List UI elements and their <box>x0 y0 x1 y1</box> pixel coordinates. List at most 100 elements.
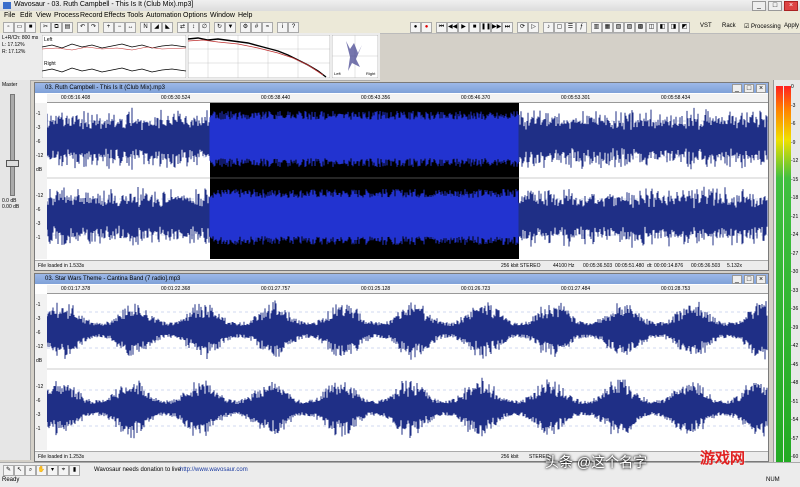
open-file-icon[interactable]: ▭ <box>14 22 25 33</box>
close-button[interactable]: × <box>784 1 798 11</box>
menu-help[interactable]: Help <box>238 12 252 19</box>
view-3-icon[interactable]: ▧ <box>613 22 624 33</box>
menu-view[interactable]: View <box>36 12 51 19</box>
view-8-icon[interactable]: ◨ <box>668 22 679 33</box>
processing-checkbox[interactable]: ☑ Processing <box>744 23 781 30</box>
go-end-icon[interactable]: ⏭ <box>502 22 513 33</box>
marker-icon[interactable]: ▼ <box>225 22 236 33</box>
fx-icon[interactable]: ƒ <box>576 22 587 33</box>
vu-tick: -57 <box>791 435 799 442</box>
apply-button[interactable]: Apply <box>784 23 799 29</box>
normalize-icon[interactable]: N <box>140 22 151 33</box>
pointer-icon[interactable]: ↖ <box>14 465 25 476</box>
fade-in-icon[interactable]: ◢ <box>151 22 162 33</box>
play-selection-icon[interactable]: ▷ <box>528 22 539 33</box>
grid-icon[interactable]: # <box>251 22 262 33</box>
vst-button[interactable]: VST <box>700 23 712 29</box>
pencil-icon[interactable]: ✎ <box>3 465 14 476</box>
view-1-icon[interactable]: ▥ <box>591 22 602 33</box>
zoom-tool-icon[interactable]: ⌕ <box>25 465 36 476</box>
new-file-icon[interactable]: ▫ <box>3 22 14 33</box>
metronome-icon[interactable]: ♪ <box>543 22 554 33</box>
minimize-button[interactable]: _ <box>752 1 766 11</box>
go-start-icon[interactable]: ⏮ <box>436 22 447 33</box>
wave2-close-button[interactable]: × <box>756 275 766 284</box>
vu-meter-right <box>784 86 791 470</box>
wave2-format: 256 kbit <box>501 454 519 460</box>
snap-icon[interactable]: ⌖ <box>58 465 69 476</box>
wave2-maximize-button[interactable]: □ <box>744 275 754 284</box>
maximize-button[interactable]: □ <box>768 1 782 11</box>
zoom-in-icon[interactable]: + <box>103 22 114 33</box>
wave1-time-ruler[interactable]: 00:05:16.408 00:05:30.524 00:05:38.440 0… <box>47 94 768 103</box>
analysis-panel: L+R/Ch: 800 ms L: 17.12% R: 17.12% Left … <box>0 33 380 81</box>
wave1-tick-3: 00:05:43.356 <box>361 95 391 101</box>
menu-process[interactable]: Process <box>54 12 79 19</box>
wave1-minimize-button[interactable]: _ <box>732 84 742 93</box>
zoom-all-icon[interactable]: ↔ <box>125 22 136 33</box>
hand-tool-icon[interactable]: ✋ <box>36 465 47 476</box>
vu-tick: -30 <box>791 269 799 275</box>
wave1-close-button[interactable]: × <box>756 84 766 93</box>
num-lock-indicator: NUM <box>766 477 780 483</box>
view-6-icon[interactable]: ◫ <box>646 22 657 33</box>
menu-automation[interactable]: Automation <box>146 12 181 19</box>
analyze-icon[interactable]: ≈ <box>262 22 273 33</box>
pause-icon[interactable]: ❚❚ <box>480 22 491 33</box>
wave1-scale-4: dB <box>36 167 43 173</box>
reverse-icon[interactable]: ⇄ <box>177 22 188 33</box>
record-red-icon[interactable]: ● <box>421 22 432 33</box>
metering-icon[interactable]: ▮ <box>69 465 80 476</box>
record-icon[interactable]: ● <box>410 22 421 33</box>
stop-icon[interactable]: ■ <box>469 22 480 33</box>
menu-edit[interactable]: Edit <box>20 12 32 19</box>
silence-icon[interactable]: ∅ <box>199 22 210 33</box>
view-2-icon[interactable]: ▦ <box>602 22 613 33</box>
menu-file[interactable]: File <box>4 12 15 19</box>
wave1-scale-7: -3 <box>36 221 41 227</box>
wave1-sel-length: dt: 00:00:14.876 <box>647 263 684 269</box>
forward-icon[interactable]: ▶▶ <box>491 22 502 33</box>
copy-icon[interactable]: ⧉ <box>51 22 62 33</box>
fade-out-icon[interactable]: ◣ <box>162 22 173 33</box>
view-4-icon[interactable]: ▨ <box>624 22 635 33</box>
marker-tool-icon[interactable]: ▾ <box>47 465 58 476</box>
view-7-icon[interactable]: ◧ <box>657 22 668 33</box>
wave1-scale-3: -12 <box>36 153 44 159</box>
redo-icon[interactable]: ↷ <box>88 22 99 33</box>
wave2-minimize-button[interactable]: _ <box>732 275 742 284</box>
wave1-waveform[interactable] <box>47 103 768 259</box>
view-9-icon[interactable]: ◩ <box>679 22 690 33</box>
undo-icon[interactable]: ↶ <box>77 22 88 33</box>
wave2-waveform[interactable] <box>47 294 768 450</box>
mixer-icon[interactable]: ☰ <box>565 22 576 33</box>
info-icon[interactable]: i <box>277 22 288 33</box>
wave2-db-scale: -1 -3 -6 -12 dB -12 -6 -3 -1 <box>35 294 47 450</box>
view-5-icon[interactable]: ▩ <box>635 22 646 33</box>
menu-effects[interactable]: Effects <box>104 12 125 19</box>
menu-window[interactable]: Window <box>210 12 235 19</box>
wave1-maximize-button[interactable]: □ <box>744 84 754 93</box>
wave2-time-ruler[interactable]: 00:01:17.378 00:01:22.368 00:01:27.757 0… <box>47 285 768 294</box>
wave2-scale-0: -1 <box>36 302 41 308</box>
zoom-out-icon[interactable]: − <box>114 22 125 33</box>
menu-options[interactable]: Options <box>183 12 207 19</box>
help-icon[interactable]: ? <box>288 22 299 33</box>
monitor-icon[interactable]: ▢ <box>554 22 565 33</box>
master-slider-handle[interactable] <box>6 160 19 167</box>
cut-icon[interactable]: ✂ <box>40 22 51 33</box>
website-link[interactable]: http://www.wavosaur.com <box>180 467 248 473</box>
save-icon[interactable]: ■ <box>25 22 36 33</box>
rack-button[interactable]: Rack <box>722 23 736 29</box>
loop-play-icon[interactable]: ⟳ <box>517 22 528 33</box>
rewind-icon[interactable]: ◀◀ <box>447 22 458 33</box>
menu-tools[interactable]: Tools <box>127 12 143 19</box>
play-icon[interactable]: ▶ <box>458 22 469 33</box>
paste-icon[interactable]: ▤ <box>62 22 73 33</box>
wave2-load-time: File loaded in 1.253s <box>38 454 85 460</box>
settings-icon[interactable]: ⚙ <box>240 22 251 33</box>
invert-icon[interactable]: ↕ <box>188 22 199 33</box>
menu-record[interactable]: Record <box>80 12 103 19</box>
loop-icon[interactable]: ↻ <box>214 22 225 33</box>
level-readout: L+R/Ch: 800 ms L: 17.12% R: 17.12% <box>2 35 40 77</box>
